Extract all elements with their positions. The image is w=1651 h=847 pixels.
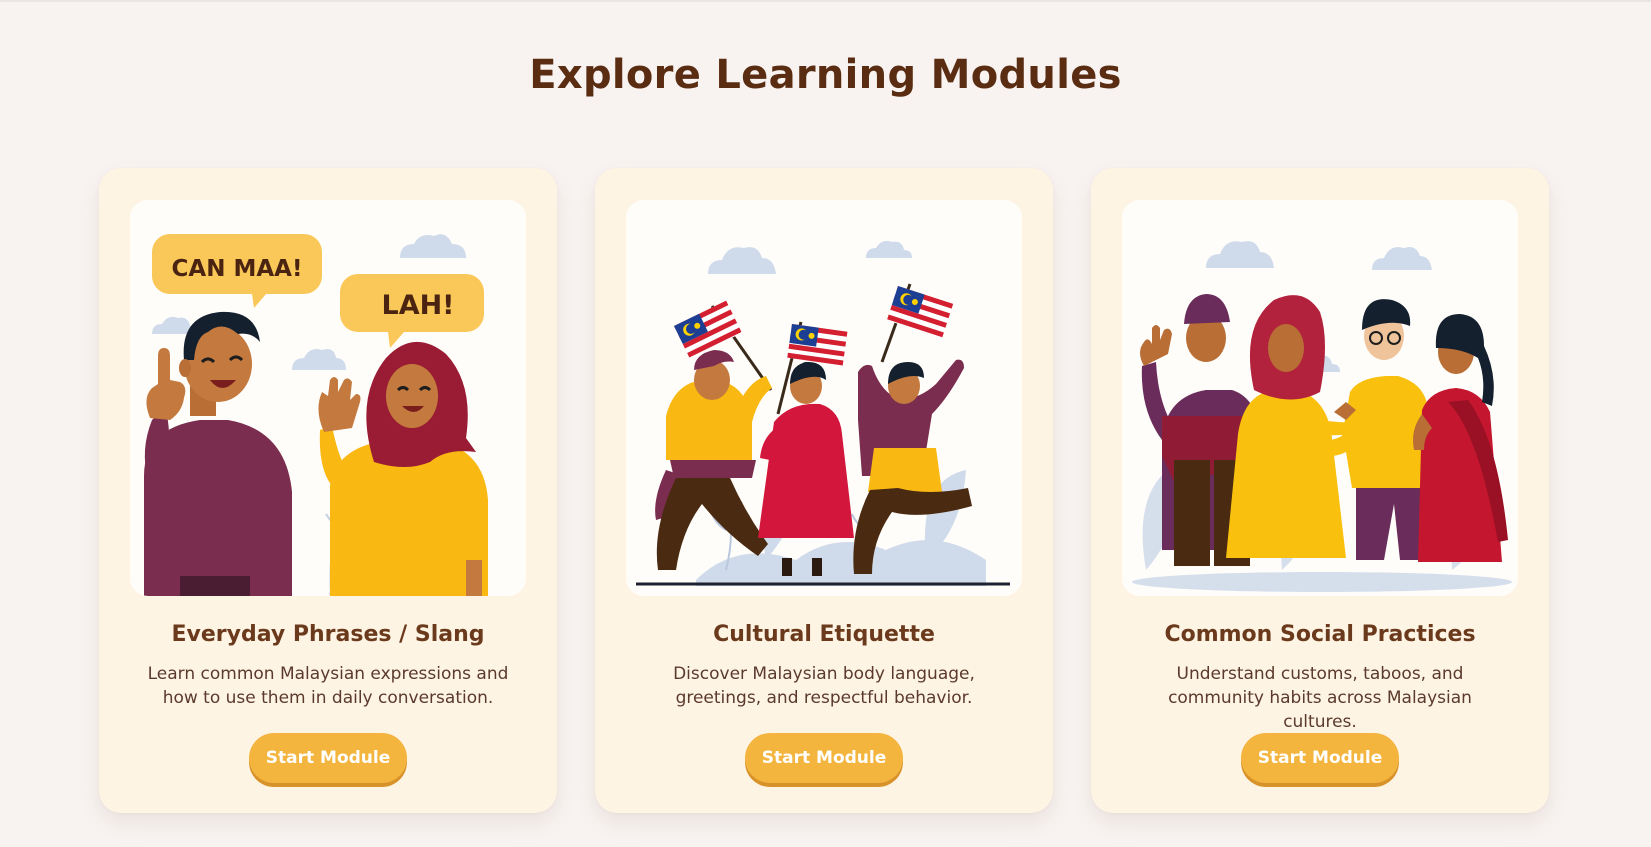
module-card-cultural-etiquette: Cultural Etiquette Discover Malaysian bo…: [595, 168, 1053, 813]
start-module-button-everyday-phrases[interactable]: Start Module: [249, 733, 407, 783]
module-title: Cultural Etiquette: [713, 622, 935, 647]
module-description: Discover Malaysian body language, greeti…: [673, 664, 975, 708]
start-module-button-cultural-etiquette[interactable]: Start Module: [745, 733, 903, 783]
module-description: Understand customs, taboos, and communit…: [1168, 664, 1472, 732]
two-people-chatting-illustration: CAN MAA! LAH!: [130, 200, 526, 596]
module-card-everyday-phrases: CAN MAA! LAH! Everyday Phrases / Slang L…: [99, 168, 557, 813]
start-module-button-common-social-practices[interactable]: Start Module: [1241, 733, 1399, 783]
module-title: Common Social Practices: [1164, 622, 1476, 647]
module-card-common-social-practices: Common Social Practices Understand custo…: [1091, 168, 1549, 813]
module-cards: CAN MAA! LAH! Everyday Phrases / Slang L…: [0, 0, 1651, 847]
people-waving-malaysian-flags-illustration: [626, 200, 1022, 596]
diverse-group-greeting-illustration: [1122, 200, 1518, 596]
module-title: Everyday Phrases / Slang: [171, 622, 485, 647]
module-description: Learn common Malaysian expressions and h…: [147, 664, 509, 708]
bubble-text-2: LAH!: [381, 290, 454, 321]
bubble-text-1: CAN MAA!: [172, 256, 303, 282]
